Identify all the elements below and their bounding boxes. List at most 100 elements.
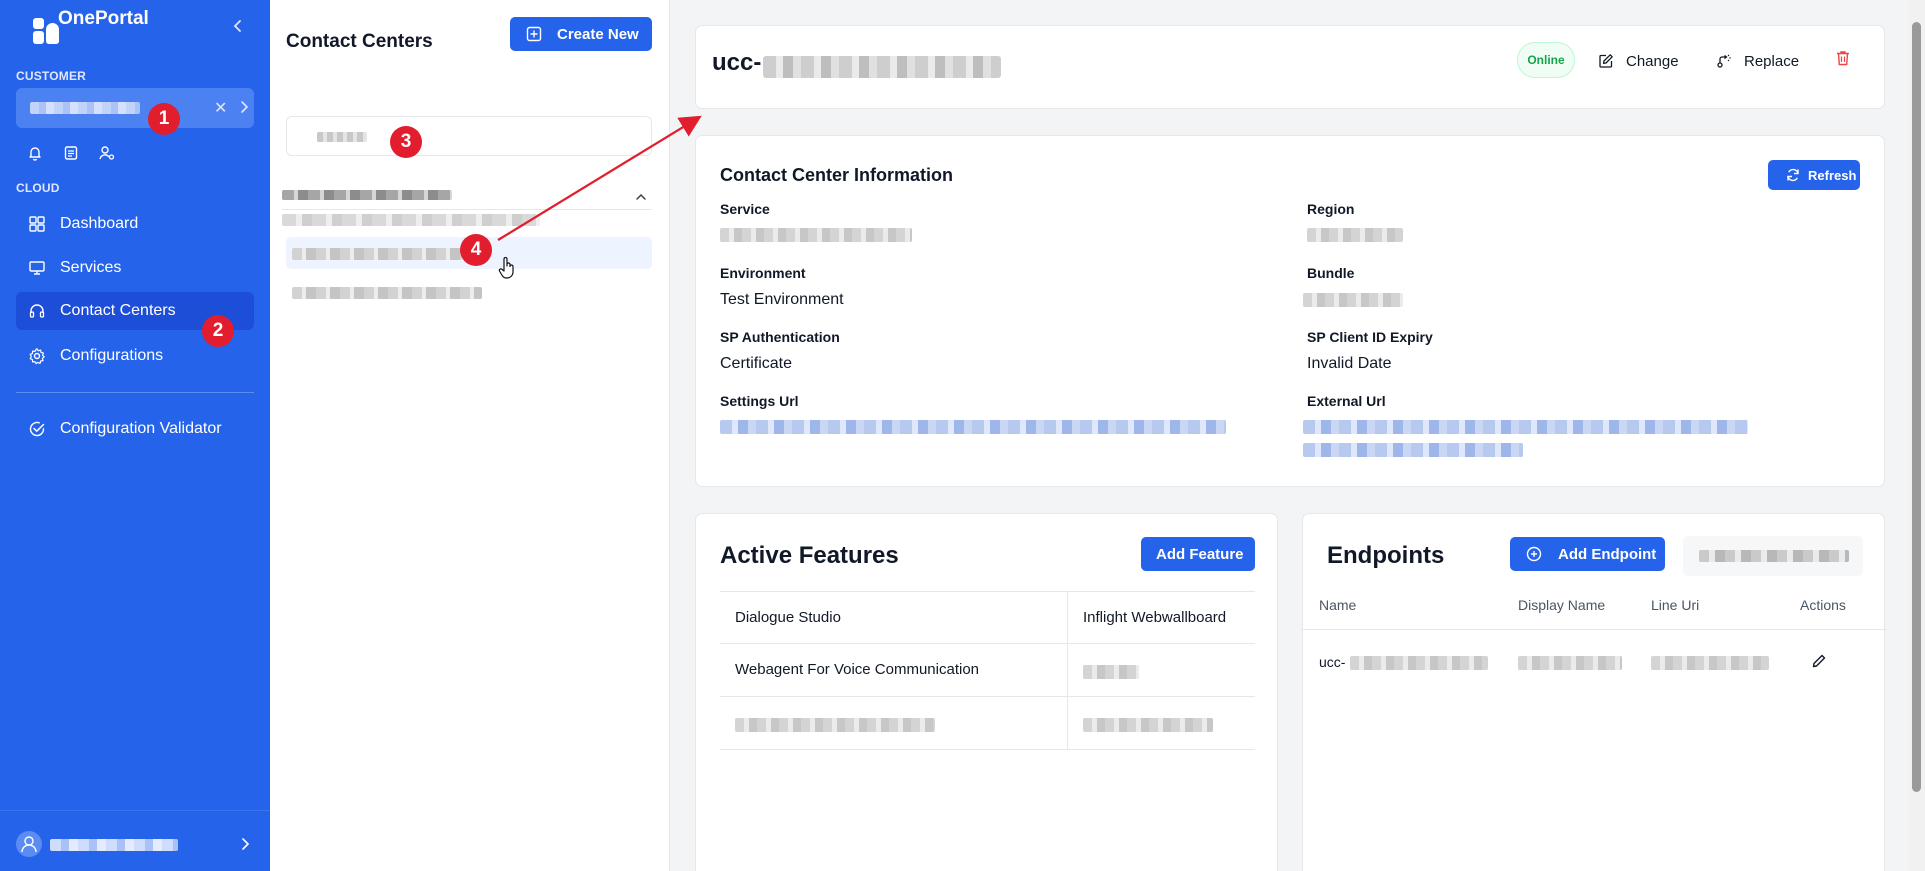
- settings-url-link-redacted[interactable]: [720, 420, 1226, 434]
- avatar: [16, 831, 42, 857]
- replace-button[interactable]: Replace: [1716, 50, 1799, 72]
- chevron-up-icon[interactable]: [634, 190, 648, 204]
- pencil-icon[interactable]: [1811, 653, 1827, 669]
- edit-icon: [1599, 54, 1613, 68]
- create-new-label: Create New: [557, 26, 639, 43]
- sidebar-item-configuration-validator[interactable]: Configuration Validator: [16, 410, 254, 448]
- group-header[interactable]: [282, 186, 652, 210]
- chevron-right-icon[interactable]: [236, 98, 252, 116]
- list-item-name-redacted: [292, 248, 462, 260]
- add-endpoint-label: Add Endpoint: [1558, 546, 1657, 563]
- headset-icon: [29, 304, 45, 318]
- endpoint-line-uri-redacted: [1651, 656, 1769, 670]
- external-url-link-redacted[interactable]: [1303, 420, 1748, 434]
- replace-icon: [1717, 54, 1731, 68]
- feature-name: Inflight Webwallboard: [1083, 609, 1227, 626]
- column-header-display-name[interactable]: Display Name: [1518, 597, 1605, 613]
- panel-title: Contact Centers: [286, 31, 433, 52]
- table-row: Webagent For Voice Communication: [720, 644, 1255, 697]
- chevron-right-icon[interactable]: [236, 835, 254, 853]
- sidebar-divider: [16, 392, 254, 393]
- user-settings-icon[interactable]: [98, 144, 116, 162]
- change-label: Change: [1626, 52, 1679, 70]
- sidebar-item-label: Configuration Validator: [60, 420, 222, 437]
- user-name-redacted: [50, 839, 178, 851]
- monitor-icon: [29, 261, 45, 275]
- endpoints-card: Endpoints Add Endpoint Name Display Name…: [1302, 513, 1886, 871]
- feature-name-redacted: [735, 718, 935, 732]
- sp-authentication-label: SP Authentication: [720, 329, 840, 345]
- region-label: Region: [1307, 201, 1355, 217]
- refresh-icon: [1787, 168, 1799, 182]
- plus-circle-icon: [1526, 546, 1542, 562]
- annotation-badge-2: 2: [202, 315, 234, 347]
- environment-value: Test Environment: [720, 291, 844, 308]
- customer-name-redacted: [30, 102, 140, 114]
- feature-name-redacted: [1083, 665, 1139, 679]
- active-features-card: Active Features Add Feature Dialogue Stu…: [695, 513, 1278, 871]
- search-input[interactable]: [286, 116, 652, 156]
- region-value-redacted: [1307, 228, 1403, 242]
- service-value-redacted: [720, 228, 912, 242]
- scrollbar-thumb[interactable]: [1912, 22, 1921, 792]
- bundle-value-redacted: [1303, 293, 1403, 307]
- section-title: Active Features: [720, 542, 899, 569]
- contact-center-information: Contact Center Information Refresh Servi…: [695, 135, 1885, 487]
- customer-section-label: CUSTOMER: [16, 69, 87, 83]
- features-table: Dialogue Studio Inflight Webwallboard We…: [720, 591, 1255, 750]
- add-feature-button[interactable]: Add Feature: [1141, 537, 1255, 571]
- sidebar-item-label: Dashboard: [60, 215, 139, 232]
- status-badge: Online: [1517, 42, 1575, 78]
- clear-customer-icon[interactable]: ✕: [214, 98, 227, 118]
- page-scrollbar[interactable]: [1908, 0, 1925, 871]
- column-header-line-uri[interactable]: Line Uri: [1651, 597, 1699, 613]
- contact-center-name-redacted: [763, 56, 1001, 78]
- endpoint-display-name-redacted: [1518, 656, 1622, 670]
- sidebar-item-dashboard[interactable]: Dashboard: [16, 205, 254, 243]
- refresh-button[interactable]: Refresh: [1768, 160, 1860, 190]
- sidebar-item-label: Configurations: [60, 347, 164, 364]
- user-menu[interactable]: [0, 810, 270, 871]
- endpoint-filter-select[interactable]: [1683, 536, 1863, 576]
- create-new-button[interactable]: Create New: [510, 17, 652, 51]
- add-endpoint-button[interactable]: Add Endpoint: [1510, 537, 1665, 571]
- bundle-label: Bundle: [1307, 265, 1355, 281]
- endpoint-filter-value-redacted: [1699, 550, 1849, 562]
- sidebar-item-label: Services: [60, 259, 122, 276]
- trash-icon[interactable]: [1834, 49, 1852, 67]
- collapse-sidebar-icon[interactable]: [228, 16, 248, 36]
- annotation-badge-4: 4: [460, 234, 492, 266]
- dashboard-icon: [29, 216, 45, 232]
- document-list-icon[interactable]: [62, 144, 80, 162]
- feature-name: Webagent For Voice Communication: [735, 661, 980, 678]
- table-row: Dialogue Studio Inflight Webwallboard: [720, 591, 1255, 644]
- annotation-badge-1: 1: [148, 103, 180, 135]
- cloud-section-label: CLOUD: [16, 181, 60, 195]
- customer-selector[interactable]: ✕: [16, 88, 254, 128]
- user-icon: [21, 836, 37, 853]
- column-header-name[interactable]: Name: [1319, 597, 1356, 613]
- table-row: [720, 697, 1255, 750]
- sp-client-id-expiry-label: SP Client ID Expiry: [1307, 329, 1433, 345]
- endpoint-name-redacted: [1350, 656, 1488, 670]
- change-button[interactable]: Change: [1598, 50, 1679, 72]
- feature-name-redacted: [1083, 718, 1213, 732]
- gear-icon: [29, 348, 45, 365]
- check-circle-icon: [29, 421, 45, 437]
- section-title: Endpoints: [1327, 542, 1445, 569]
- column-header-actions: Actions: [1800, 597, 1846, 613]
- external-url-label: External Url: [1307, 393, 1386, 409]
- search-value-redacted: [317, 132, 367, 142]
- list-item-name-redacted: [292, 287, 482, 299]
- replace-label: Replace: [1744, 52, 1800, 70]
- sidebar-item-label: Contact Centers: [60, 302, 176, 319]
- customer-quick-actions: [26, 144, 116, 162]
- service-label: Service: [720, 201, 770, 217]
- group-name-redacted: [282, 190, 452, 200]
- contact-center-header: ucc- Online Change Replace: [695, 25, 1885, 109]
- sidebar-item-services[interactable]: Services: [16, 249, 254, 287]
- bell-icon[interactable]: [26, 144, 44, 162]
- external-url-link-redacted[interactable]: [1303, 443, 1523, 457]
- table-header-divider: [1303, 629, 1886, 630]
- list-item[interactable]: [286, 276, 652, 308]
